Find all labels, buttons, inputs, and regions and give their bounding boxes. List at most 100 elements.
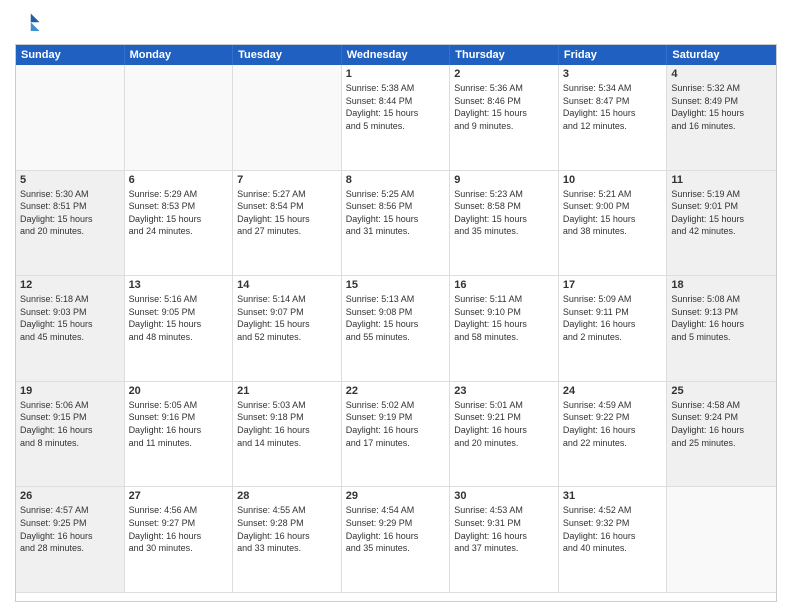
weekday-header: Friday (559, 45, 668, 65)
cell-info: Sunrise: 5:23 AM Sunset: 8:58 PM Dayligh… (454, 188, 554, 238)
calendar-cell: 3 Sunrise: 5:34 AM Sunset: 8:47 PM Daylig… (559, 65, 668, 171)
day-number: 3 (563, 68, 663, 80)
calendar-cell: 17Sunrise: 5:09 AM Sunset: 9:11 PM Dayli… (559, 276, 668, 382)
cell-info: Sunrise: 4:59 AM Sunset: 9:22 PM Dayligh… (563, 399, 663, 449)
day-number: 4 (671, 68, 772, 80)
calendar-cell: 22 Sunrise: 5:02 AM Sunset: 9:19 PM Dayli… (342, 382, 451, 488)
logo-icon (15, 10, 43, 38)
cell-info: Sunrise: 4:54 AM Sunset: 9:29 PM Dayligh… (346, 504, 446, 554)
calendar-cell: 8 Sunrise: 5:25 AM Sunset: 8:56 PM Daylig… (342, 171, 451, 277)
logo (15, 10, 47, 38)
day-number: 25 (671, 385, 772, 397)
calendar-cell: 5 Sunrise: 5:30 AM Sunset: 8:51 PM Daylig… (16, 171, 125, 277)
calendar-header: SundayMondayTuesdayWednesdayThursdayFrid… (16, 45, 776, 65)
cell-info: Sunrise: 5:38 AM Sunset: 8:44 PM Dayligh… (346, 82, 446, 132)
cell-info: Sunrise: 5:19 AM Sunset: 9:01 PM Dayligh… (671, 188, 772, 238)
cell-info: Sunrise: 5:06 AM Sunset: 9:15 PM Dayligh… (20, 399, 120, 449)
cell-info: Sunrise: 5:01 AM Sunset: 9:21 PM Dayligh… (454, 399, 554, 449)
calendar-cell: 6 Sunrise: 5:29 AM Sunset: 8:53 PM Daylig… (125, 171, 234, 277)
cell-info: Sunrise: 5:02 AM Sunset: 9:19 PM Dayligh… (346, 399, 446, 449)
calendar-cell: 9 Sunrise: 5:23 AM Sunset: 8:58 PM Daylig… (450, 171, 559, 277)
cell-info: Sunrise: 4:58 AM Sunset: 9:24 PM Dayligh… (671, 399, 772, 449)
cell-info: Sunrise: 5:09 AM Sunset: 9:11 PM Dayligh… (563, 293, 663, 343)
calendar-cell (125, 65, 234, 171)
day-number: 22 (346, 385, 446, 397)
cell-info: Sunrise: 5:25 AM Sunset: 8:56 PM Dayligh… (346, 188, 446, 238)
day-number: 19 (20, 385, 120, 397)
cell-info: Sunrise: 5:34 AM Sunset: 8:47 PM Dayligh… (563, 82, 663, 132)
day-number: 24 (563, 385, 663, 397)
cell-info: Sunrise: 5:03 AM Sunset: 9:18 PM Dayligh… (237, 399, 337, 449)
day-number: 15 (346, 279, 446, 291)
calendar-cell: 2 Sunrise: 5:36 AM Sunset: 8:46 PM Daylig… (450, 65, 559, 171)
calendar-cell (16, 65, 125, 171)
day-number: 28 (237, 490, 337, 502)
day-number: 14 (237, 279, 337, 291)
calendar-cell: 18 Sunrise: 5:08 AM Sunset: 9:13 PM Dayli… (667, 276, 776, 382)
calendar-cell: 14Sunrise: 5:14 AM Sunset: 9:07 PM Dayli… (233, 276, 342, 382)
cell-info: Sunrise: 5:29 AM Sunset: 8:53 PM Dayligh… (129, 188, 229, 238)
cell-info: Sunrise: 4:53 AM Sunset: 9:31 PM Dayligh… (454, 504, 554, 554)
calendar-cell: 28 Sunrise: 4:55 AM Sunset: 9:28 PM Dayli… (233, 487, 342, 593)
calendar-cell: 21Sunrise: 5:03 AM Sunset: 9:18 PM Dayli… (233, 382, 342, 488)
calendar-cell: 7Sunrise: 5:27 AM Sunset: 8:54 PM Daylig… (233, 171, 342, 277)
calendar-cell: 25 Sunrise: 4:58 AM Sunset: 9:24 PM Dayli… (667, 382, 776, 488)
day-number: 6 (129, 174, 229, 186)
day-number: 26 (20, 490, 120, 502)
day-number: 11 (671, 174, 772, 186)
day-number: 12 (20, 279, 120, 291)
calendar-cell: 26 Sunrise: 4:57 AM Sunset: 9:25 PM Dayli… (16, 487, 125, 593)
cell-info: Sunrise: 5:08 AM Sunset: 9:13 PM Dayligh… (671, 293, 772, 343)
calendar-cell (667, 487, 776, 593)
cell-info: Sunrise: 4:52 AM Sunset: 9:32 PM Dayligh… (563, 504, 663, 554)
day-number: 20 (129, 385, 229, 397)
day-number: 16 (454, 279, 554, 291)
calendar-cell: 1 Sunrise: 5:38 AM Sunset: 8:44 PM Daylig… (342, 65, 451, 171)
day-number: 27 (129, 490, 229, 502)
cell-info: Sunrise: 5:36 AM Sunset: 8:46 PM Dayligh… (454, 82, 554, 132)
cell-info: Sunrise: 4:55 AM Sunset: 9:28 PM Dayligh… (237, 504, 337, 554)
weekday-header: Monday (125, 45, 234, 65)
day-number: 13 (129, 279, 229, 291)
day-number: 9 (454, 174, 554, 186)
calendar-cell: 10Sunrise: 5:21 AM Sunset: 9:00 PM Dayli… (559, 171, 668, 277)
calendar-cell: 30 Sunrise: 4:53 AM Sunset: 9:31 PM Dayli… (450, 487, 559, 593)
calendar-cell (233, 65, 342, 171)
cell-info: Sunrise: 4:56 AM Sunset: 9:27 PM Dayligh… (129, 504, 229, 554)
day-number: 23 (454, 385, 554, 397)
calendar-cell: 19 Sunrise: 5:06 AM Sunset: 9:15 PM Dayli… (16, 382, 125, 488)
calendar-cell: 24 Sunrise: 4:59 AM Sunset: 9:22 PM Dayli… (559, 382, 668, 488)
calendar-cell: 15 Sunrise: 5:13 AM Sunset: 9:08 PM Dayli… (342, 276, 451, 382)
weekday-header: Saturday (667, 45, 776, 65)
calendar: SundayMondayTuesdayWednesdayThursdayFrid… (15, 44, 777, 602)
calendar-body: 1 Sunrise: 5:38 AM Sunset: 8:44 PM Daylig… (16, 65, 776, 593)
cell-info: Sunrise: 4:57 AM Sunset: 9:25 PM Dayligh… (20, 504, 120, 554)
calendar-cell: 20 Sunrise: 5:05 AM Sunset: 9:16 PM Dayli… (125, 382, 234, 488)
page: SundayMondayTuesdayWednesdayThursdayFrid… (0, 0, 792, 612)
day-number: 18 (671, 279, 772, 291)
weekday-header: Tuesday (233, 45, 342, 65)
cell-info: Sunrise: 5:05 AM Sunset: 9:16 PM Dayligh… (129, 399, 229, 449)
cell-info: Sunrise: 5:16 AM Sunset: 9:05 PM Dayligh… (129, 293, 229, 343)
day-number: 5 (20, 174, 120, 186)
calendar-cell: 13 Sunrise: 5:16 AM Sunset: 9:05 PM Dayli… (125, 276, 234, 382)
day-number: 29 (346, 490, 446, 502)
cell-info: Sunrise: 5:13 AM Sunset: 9:08 PM Dayligh… (346, 293, 446, 343)
calendar-cell: 12Sunrise: 5:18 AM Sunset: 9:03 PM Dayli… (16, 276, 125, 382)
day-number: 30 (454, 490, 554, 502)
cell-info: Sunrise: 5:30 AM Sunset: 8:51 PM Dayligh… (20, 188, 120, 238)
day-number: 7 (237, 174, 337, 186)
weekday-header: Wednesday (342, 45, 451, 65)
header (15, 10, 777, 38)
calendar-cell: 31 Sunrise: 4:52 AM Sunset: 9:32 PM Dayli… (559, 487, 668, 593)
cell-info: Sunrise: 5:21 AM Sunset: 9:00 PM Dayligh… (563, 188, 663, 238)
day-number: 1 (346, 68, 446, 80)
day-number: 2 (454, 68, 554, 80)
calendar-cell: 11 Sunrise: 5:19 AM Sunset: 9:01 PM Dayli… (667, 171, 776, 277)
cell-info: Sunrise: 5:32 AM Sunset: 8:49 PM Dayligh… (671, 82, 772, 132)
day-number: 8 (346, 174, 446, 186)
day-number: 31 (563, 490, 663, 502)
cell-info: Sunrise: 5:11 AM Sunset: 9:10 PM Dayligh… (454, 293, 554, 343)
calendar-cell: 27 Sunrise: 4:56 AM Sunset: 9:27 PM Dayli… (125, 487, 234, 593)
calendar-cell: 4 Sunrise: 5:32 AM Sunset: 8:49 PM Daylig… (667, 65, 776, 171)
